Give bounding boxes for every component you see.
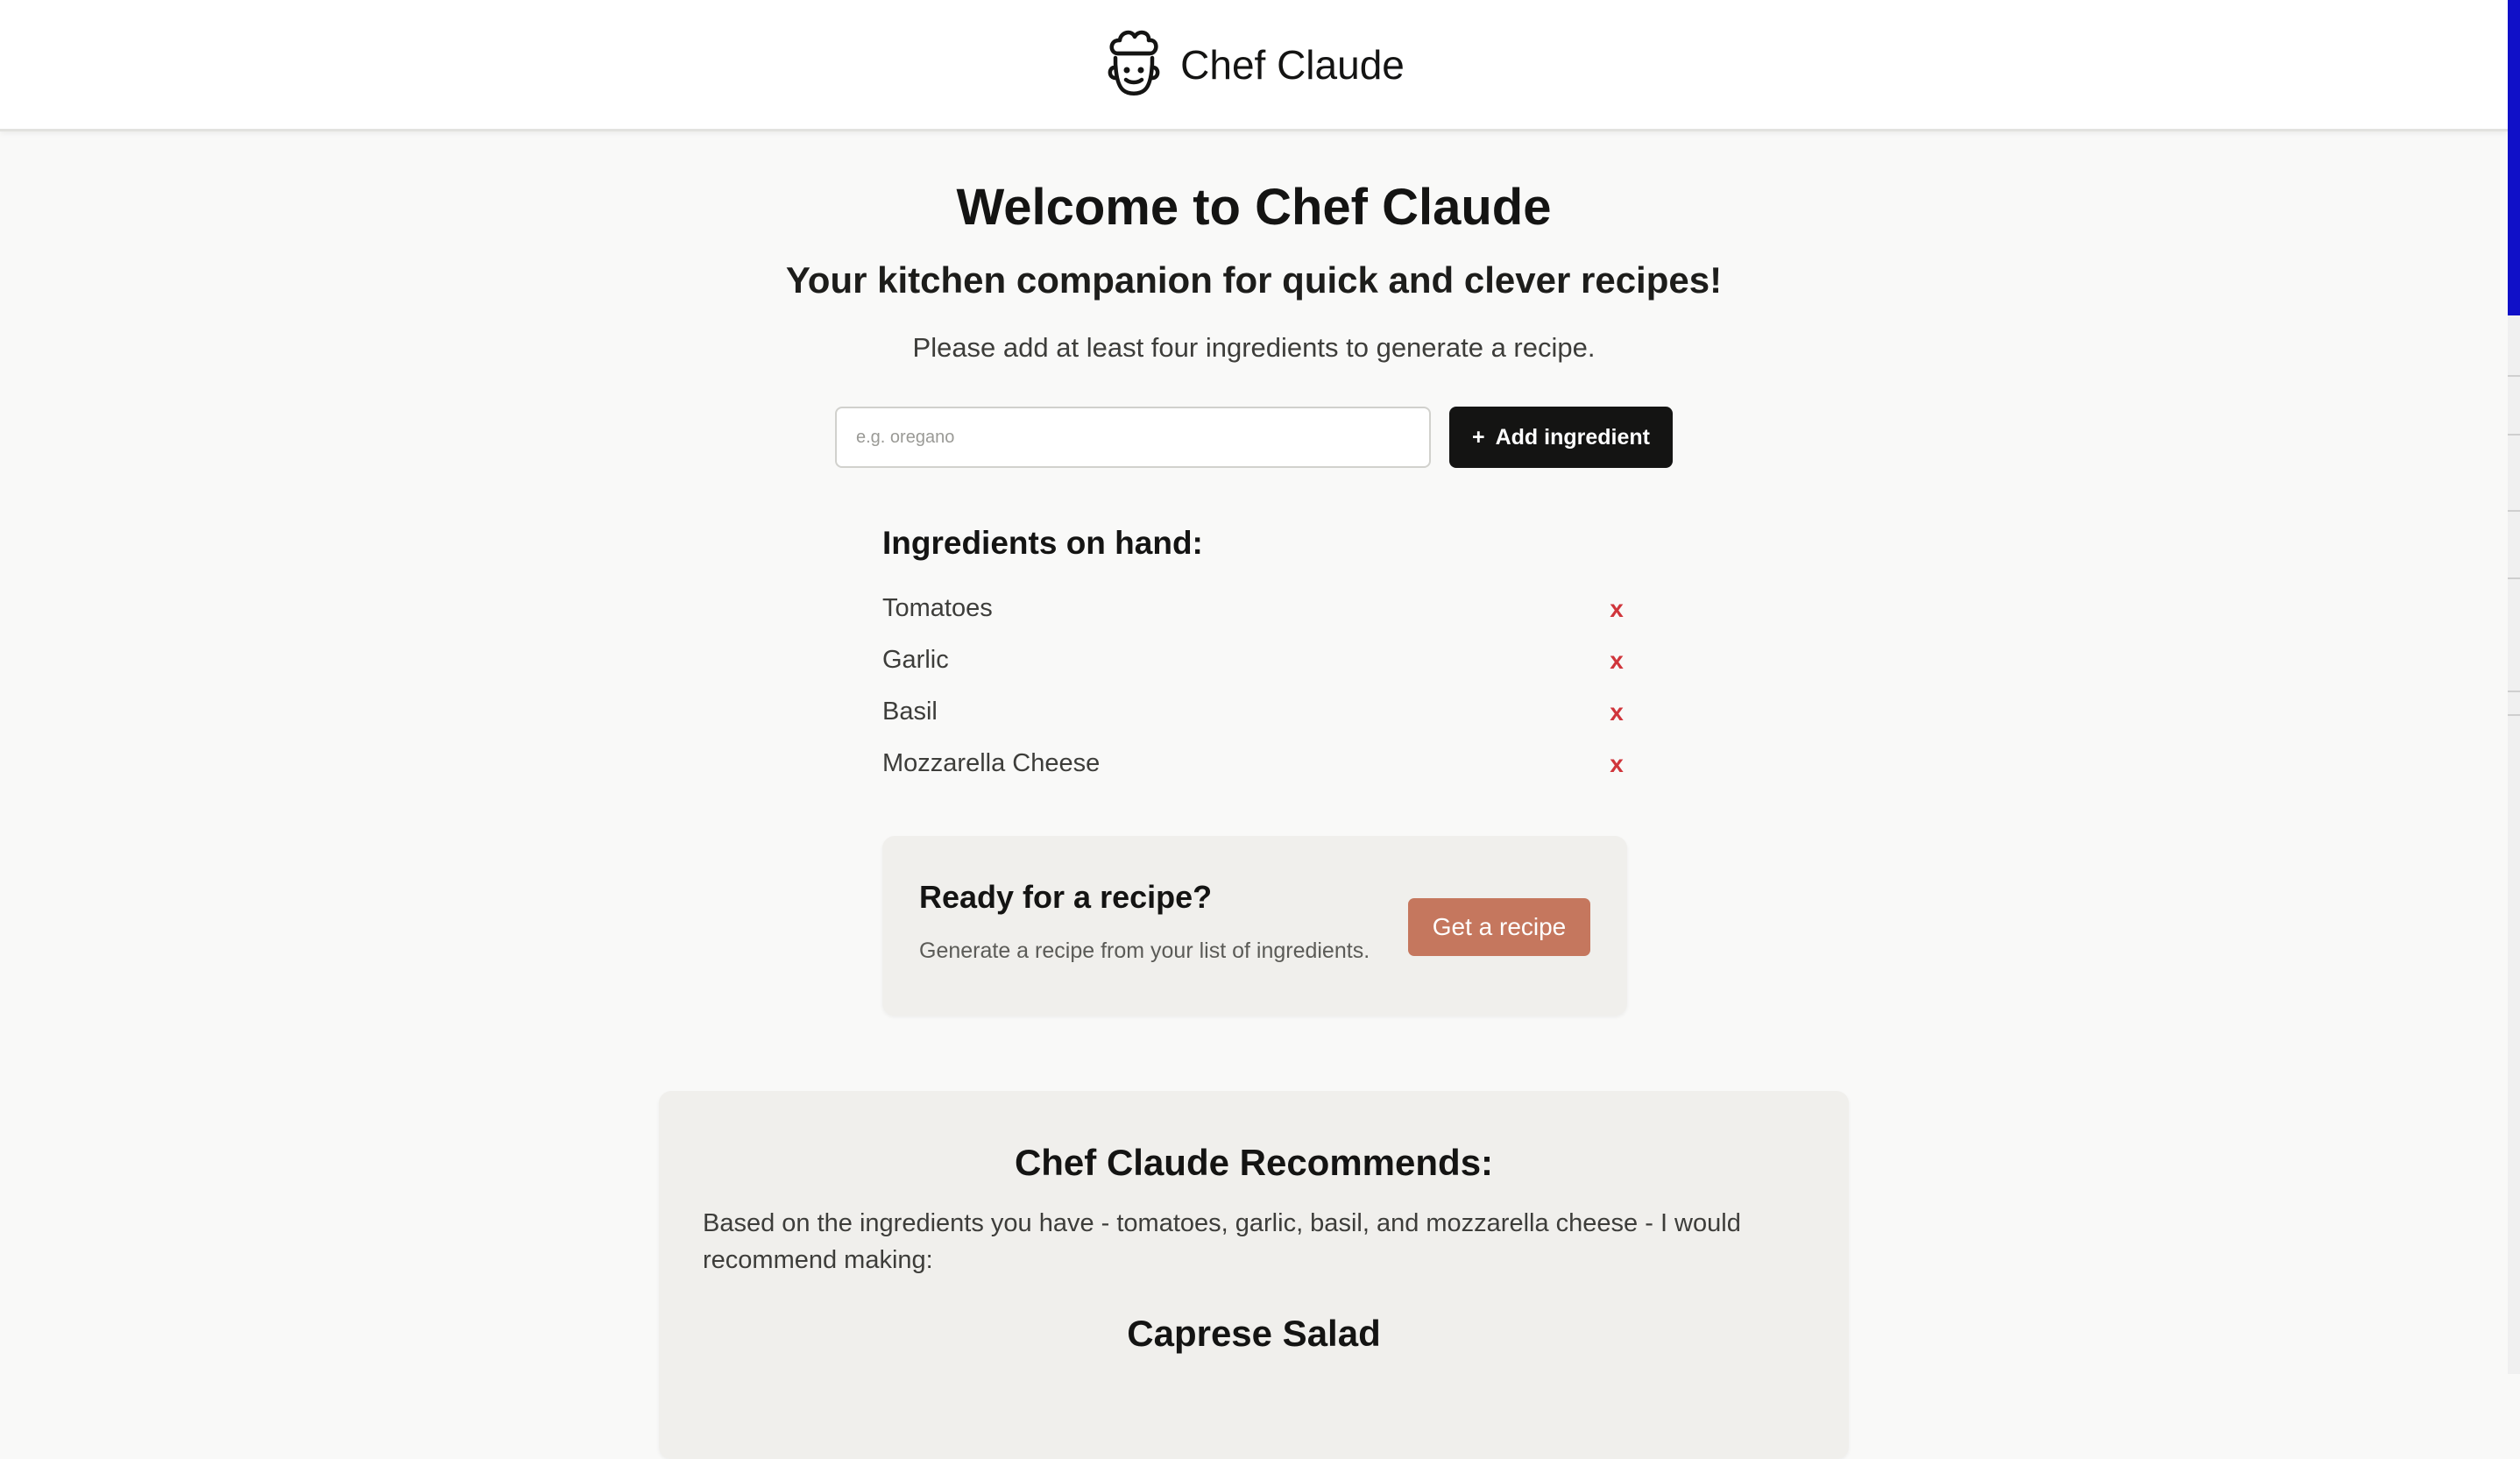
remove-ingredient-button[interactable]: x bbox=[1606, 647, 1627, 675]
instructions-text: Please add at least four ingredients to … bbox=[912, 332, 1596, 363]
plus-icon: + bbox=[1472, 424, 1485, 450]
page-scrollbar[interactable] bbox=[2508, 0, 2520, 1374]
scroll-tick bbox=[2508, 691, 2520, 692]
remove-ingredient-button[interactable]: x bbox=[1606, 595, 1627, 623]
get-recipe-button[interactable]: Get a recipe bbox=[1408, 898, 1590, 956]
add-ingredient-button[interactable]: + Add ingredient bbox=[1449, 407, 1673, 468]
recommendation-heading: Chef Claude Recommends: bbox=[1014, 1142, 1494, 1183]
recommendation-intro: Based on the ingredients you have - toma… bbox=[703, 1209, 1741, 1274]
recipe-title: Caprese Salad bbox=[1127, 1313, 1381, 1354]
chef-hat-face-icon bbox=[1103, 28, 1164, 102]
list-item: Basil x bbox=[882, 686, 1627, 738]
ingredient-input[interactable] bbox=[835, 407, 1431, 468]
scroll-tick bbox=[2508, 510, 2520, 512]
remove-ingredient-button[interactable]: x bbox=[1606, 698, 1627, 726]
ingredient-name: Mozzarella Cheese bbox=[882, 749, 1101, 777]
ingredient-name: Tomatoes bbox=[882, 594, 993, 622]
scroll-tick bbox=[2508, 714, 2520, 716]
page-title: Welcome to Chef Claude bbox=[956, 179, 1552, 236]
ingredient-name: Garlic bbox=[882, 646, 949, 674]
ingredient-name: Basil bbox=[882, 698, 938, 726]
ingredients-list: Tomatoes x Garlic x Basil x Mozzarella C… bbox=[882, 583, 1627, 790]
get-recipe-card: Ready for a recipe? Generate a recipe fr… bbox=[882, 836, 1627, 1016]
list-item: Mozzarella Cheese x bbox=[882, 738, 1627, 790]
cta-title: Ready for a recipe? bbox=[919, 879, 1213, 915]
scroll-tick bbox=[2508, 577, 2520, 579]
list-item: Tomatoes x bbox=[882, 583, 1627, 634]
list-item: Garlic x bbox=[882, 634, 1627, 686]
recipe-recommendation: Chef Claude Recommends: Based on the ing… bbox=[659, 1091, 1849, 1459]
app-header: Chef Claude bbox=[0, 0, 2508, 131]
page-subtitle: Your kitchen companion for quick and cle… bbox=[785, 259, 1723, 301]
app-title: Chef Claude bbox=[1180, 41, 1405, 88]
remove-ingredient-button[interactable]: x bbox=[1606, 750, 1627, 778]
ingredients-heading: Ingredients on hand: bbox=[882, 525, 1203, 561]
scroll-tick bbox=[2508, 434, 2520, 436]
scroll-tick bbox=[2508, 375, 2520, 377]
add-ingredient-label: Add ingredient bbox=[1495, 424, 1650, 450]
scrollbar-thumb[interactable] bbox=[2508, 0, 2520, 315]
cta-subtitle: Generate a recipe from your list of ingr… bbox=[919, 938, 1370, 963]
